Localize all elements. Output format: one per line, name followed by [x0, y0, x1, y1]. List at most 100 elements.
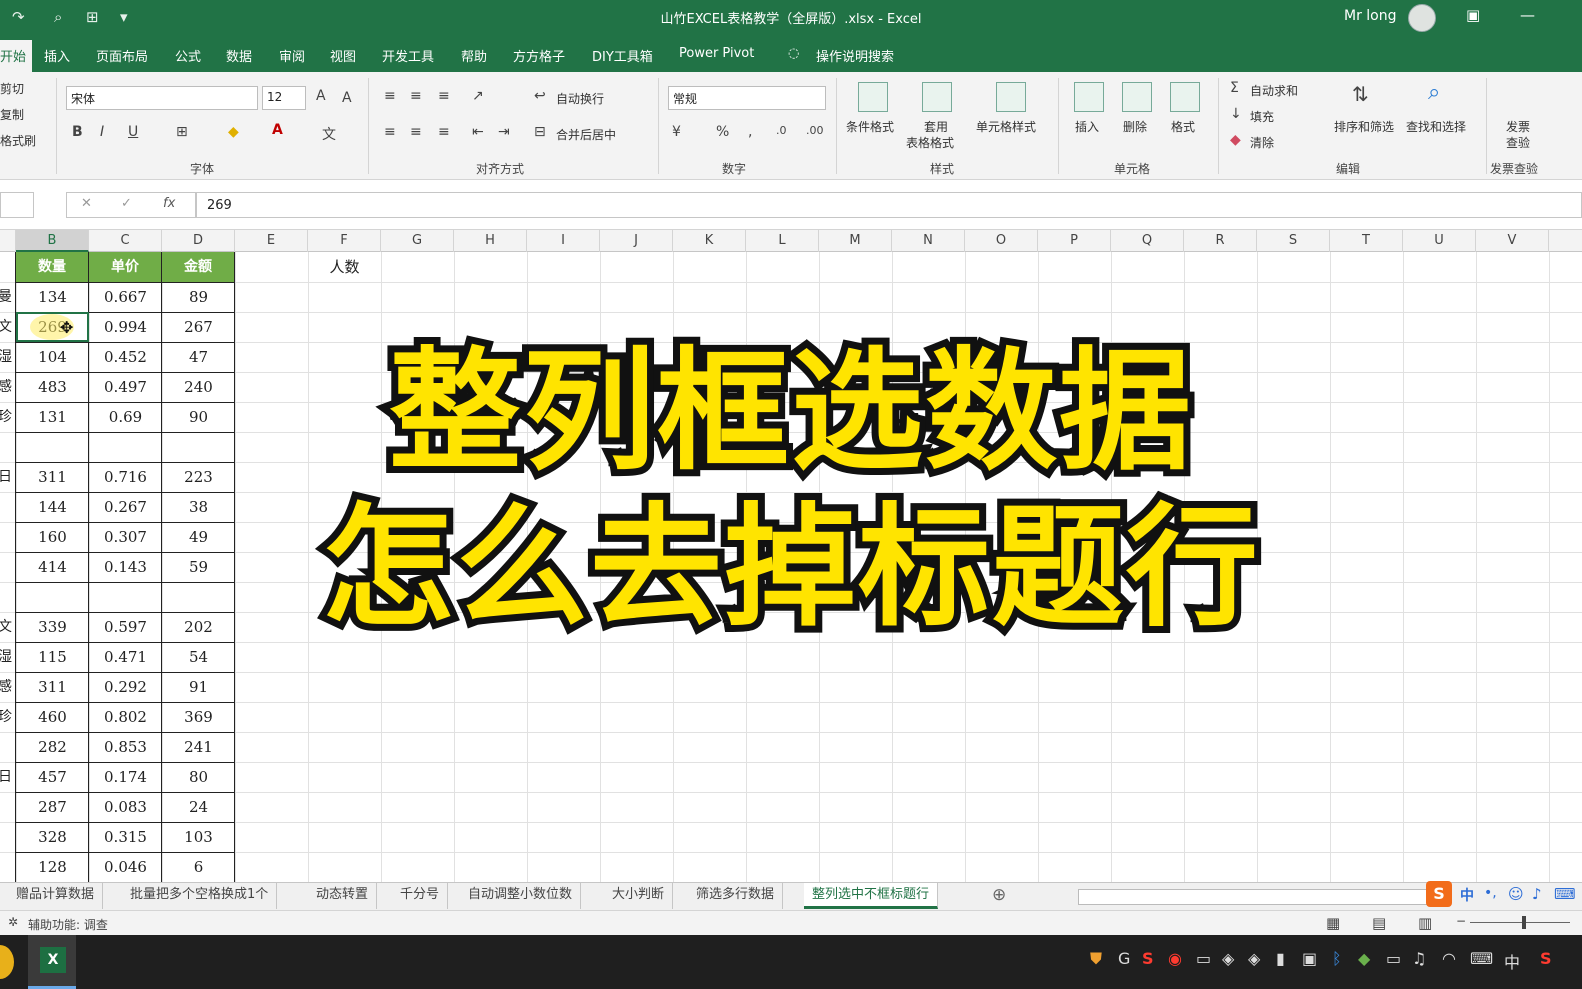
currency-icon[interactable]: ¥ — [672, 124, 681, 140]
cell-styles-button[interactable]: 单元格样式 — [976, 118, 1036, 135]
find-select-icon[interactable]: ⌕ — [1428, 80, 1440, 105]
record-icon[interactable]: ◉ — [1168, 949, 1182, 968]
minimize-icon[interactable]: — — [1520, 6, 1535, 24]
cell-unit-price[interactable]: 0.853 — [89, 732, 162, 762]
header-amount[interactable]: 金额 — [162, 252, 234, 282]
top-align-icon[interactable]: ≡ — [384, 88, 396, 104]
cell-a-partial[interactable] — [0, 792, 12, 822]
sheet-tab-permille[interactable]: 千分号 — [392, 883, 449, 909]
increase-font-icon[interactable]: A — [316, 88, 326, 104]
cell-a-partial[interactable]: 感 — [0, 672, 12, 702]
cell-amount[interactable]: 241 — [162, 732, 235, 762]
nvidia-icon[interactable]: ◆ — [1358, 949, 1370, 968]
sheet-tab-dynamic-transpose[interactable]: 动态转置 — [308, 883, 378, 909]
col-header-i[interactable]: I — [527, 230, 600, 252]
name-box[interactable] — [0, 192, 34, 218]
worksheet-grid[interactable]: 数量 单价 金额 人数 曼1340.66789文2690.994267湿1040… — [0, 252, 1582, 882]
sheet-tab-size-compare[interactable]: 大小判断 — [604, 883, 674, 909]
borders-icon[interactable]: ⊞ — [176, 124, 188, 140]
col-header-p[interactable]: P — [1038, 230, 1111, 252]
col-header-v[interactable]: V — [1476, 230, 1549, 252]
format-cells-button[interactable]: 格式 — [1171, 118, 1195, 135]
tab-power-pivot[interactable]: Power Pivot — [679, 46, 754, 61]
ime-punct-icon[interactable]: •, — [1484, 885, 1497, 901]
col-header-b[interactable]: B — [16, 230, 89, 252]
browser-icon[interactable] — [0, 945, 14, 979]
insert-function-icon[interactable]: fx — [163, 196, 175, 211]
wrap-text-button[interactable]: 自动换行 — [556, 90, 604, 107]
cell-unit-price[interactable]: 0.046 — [89, 852, 162, 882]
format-table-icon[interactable] — [922, 82, 952, 112]
col-header-j[interactable]: J — [600, 230, 673, 252]
cell-quantity[interactable]: 282 — [16, 732, 89, 762]
increase-decimal-icon[interactable]: .0 — [776, 124, 787, 137]
cell-unit-price[interactable]: 0.292 — [89, 672, 162, 702]
cell-a-partial[interactable]: 日 — [0, 762, 12, 792]
tell-me-search[interactable]: 操作说明搜索 — [816, 46, 894, 65]
col-header-q[interactable]: Q — [1111, 230, 1184, 252]
sheet-tab-auto-decimals[interactable]: 自动调整小数位数 — [460, 883, 582, 909]
sheet-tab-filter-rows[interactable]: 筛选多行数据 — [688, 883, 784, 909]
col-header-n[interactable]: N — [892, 230, 965, 252]
cell-amount[interactable]: 369 — [162, 702, 235, 732]
decrease-decimal-icon[interactable]: .00 — [806, 124, 824, 137]
cell-styles-icon[interactable] — [996, 82, 1026, 112]
shield-icon[interactable]: ⛊ — [1090, 949, 1102, 969]
tab-insert[interactable]: 插入 — [44, 46, 70, 65]
insert-cells-button[interactable]: 插入 — [1075, 118, 1099, 135]
page-break-view-icon[interactable]: ▥ — [1418, 914, 1432, 932]
bottom-align-icon[interactable]: ≡ — [438, 88, 450, 104]
cell-unit-price[interactable]: 0.083 — [89, 792, 162, 822]
col-header-c[interactable]: C — [89, 230, 162, 252]
cancel-icon[interactable]: ✕ — [81, 196, 92, 211]
find-select-button[interactable]: 查找和选择 — [1406, 118, 1466, 135]
ime-voice-icon[interactable]: ♪ — [1532, 885, 1542, 903]
cell-unit-price[interactable]: 0.802 — [89, 702, 162, 732]
align-right-icon[interactable]: ≡ — [438, 124, 450, 140]
col-header-e[interactable]: E — [235, 230, 308, 252]
zoom-slider-thumb[interactable] — [1522, 916, 1526, 929]
comma-icon[interactable]: , — [748, 124, 752, 140]
tab-diy[interactable]: DIY工具箱 — [592, 46, 653, 65]
col-header-s[interactable]: S — [1257, 230, 1330, 252]
col-header-t[interactable]: T — [1330, 230, 1403, 252]
sort-filter-button[interactable]: 排序和筛选 — [1334, 118, 1394, 135]
display-icon[interactable]: ▣ — [1302, 949, 1317, 968]
tab-fangfang[interactable]: 方方格子 — [513, 46, 565, 65]
col-header-k[interactable]: K — [673, 230, 746, 252]
col-header-l[interactable]: L — [746, 230, 819, 252]
merge-center-button[interactable]: 合并后居中 — [556, 126, 616, 143]
zoom-slider[interactable] — [1470, 922, 1570, 923]
header-quantity[interactable]: 数量 — [16, 252, 88, 282]
cell-unit-price[interactable]: 0.667 — [89, 282, 162, 312]
conditional-format-button[interactable]: 条件格式 — [846, 118, 894, 135]
autosum-button[interactable]: 自动求和 — [1250, 82, 1298, 99]
number-format-select[interactable]: 常规 — [668, 86, 826, 110]
cut-button[interactable]: 剪切 — [0, 80, 24, 97]
cell-quantity[interactable]: 328 — [16, 822, 89, 852]
cell-unit-price[interactable]: 0.174 — [89, 762, 162, 792]
cell-amount[interactable]: 6 — [162, 852, 235, 882]
wifi-icon[interactable]: ◠ — [1442, 949, 1456, 968]
tab-help[interactable]: 帮助 — [461, 46, 487, 65]
ime-indicator[interactable]: 中 — [1504, 949, 1520, 973]
tab-home[interactable]: 开始 — [0, 40, 32, 72]
battery-icon[interactable]: ▭ — [1386, 949, 1401, 968]
underline-icon[interactable]: U — [128, 124, 138, 140]
insert-cells-icon[interactable] — [1074, 82, 1104, 112]
phonetic-icon[interactable]: 文 — [322, 124, 336, 144]
cell-amount[interactable]: 24 — [162, 792, 235, 822]
cell-quantity[interactable]: 460 — [16, 702, 89, 732]
user-name[interactable]: Mr long — [1344, 8, 1397, 24]
tab-review[interactable]: 审阅 — [279, 46, 305, 65]
qq-icon[interactable]: ◈ — [1222, 949, 1234, 968]
decrease-indent-icon[interactable]: ⇤ — [472, 124, 484, 140]
horizontal-scrollbar[interactable] — [1078, 889, 1438, 905]
message-icon[interactable]: ▭ — [1196, 949, 1211, 968]
cell-quantity[interactable]: 287 — [16, 792, 89, 822]
sheet-tab-gift-calc[interactable]: 赠品计算数据 — [8, 883, 104, 909]
format-table-button-line2[interactable]: 表格格式 — [906, 134, 954, 151]
bluetooth-icon[interactable]: ᛒ — [1332, 949, 1342, 968]
fill-button[interactable]: 填充 — [1250, 108, 1274, 125]
sort-filter-icon[interactable]: ⇅ — [1352, 82, 1369, 106]
